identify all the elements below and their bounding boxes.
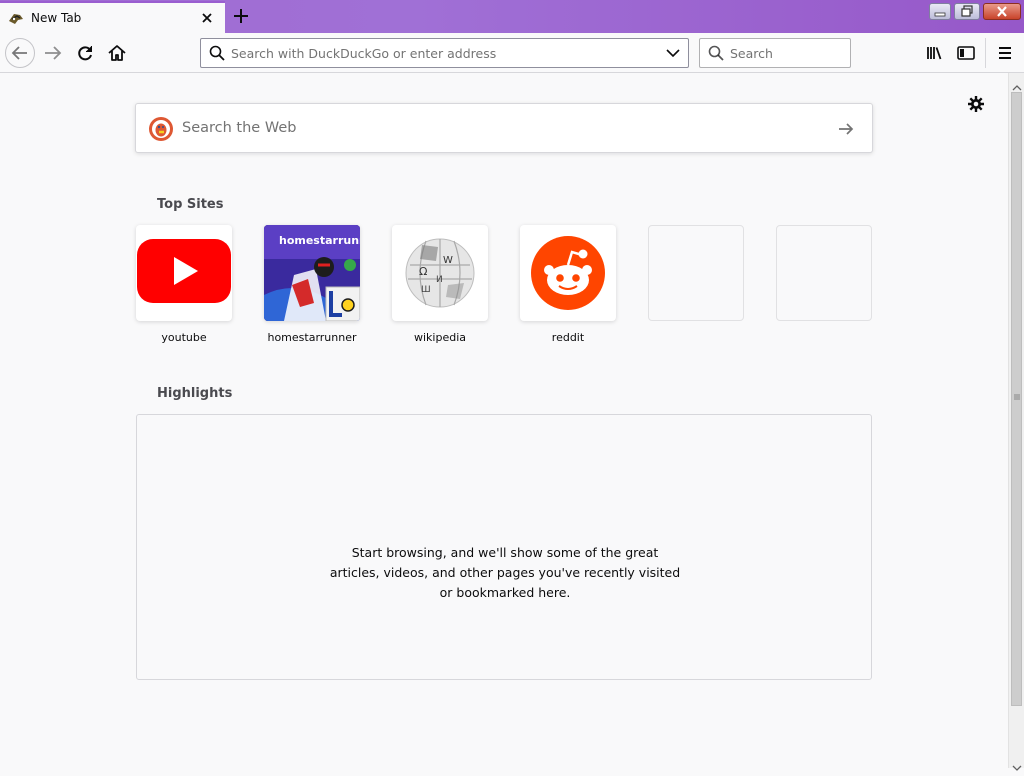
- scroll-down-arrow-icon[interactable]: [1012, 757, 1022, 776]
- search-icon: [208, 44, 226, 66]
- wikipedia-glyph: W: [443, 255, 453, 266]
- top-site-tile-youtube[interactable]: [136, 225, 232, 321]
- top-site-label: homestarrunner: [267, 331, 357, 344]
- new-tab-button[interactable]: [229, 5, 253, 27]
- vertical-scrollbar[interactable]: [1008, 73, 1024, 771]
- scrollbar-thumb[interactable]: [1011, 92, 1022, 706]
- back-button[interactable]: [5, 38, 35, 68]
- highlights-empty-message: Start browsing, and we'll show some of t…: [329, 545, 681, 600]
- tab-strip: New Tab: [0, 0, 1024, 33]
- wikipedia-glyph: Ш: [421, 285, 431, 295]
- forward-button[interactable]: [38, 38, 68, 68]
- top-site-tile-wikipedia[interactable]: Ω W И Ш: [392, 225, 488, 321]
- top-site-tile-homestarrunner[interactable]: homestarrunner: [264, 225, 360, 321]
- top-site-label: youtube: [161, 331, 207, 344]
- chevron-down-icon[interactable]: [665, 45, 681, 65]
- top-sites-heading: Top Sites: [157, 197, 224, 212]
- home-button[interactable]: [102, 38, 132, 68]
- tab-title: New Tab: [31, 11, 82, 25]
- window-close-button[interactable]: [983, 3, 1021, 20]
- highlights-heading: Highlights: [157, 386, 233, 401]
- url-bar[interactable]: [200, 38, 689, 68]
- url-input[interactable]: [231, 44, 651, 62]
- homestarrunner-banner-text: homestarrunner: [279, 234, 360, 247]
- top-site-tile-empty[interactable]: [648, 225, 744, 321]
- search-input[interactable]: [730, 44, 840, 62]
- web-search-placeholder: Search the Web: [182, 120, 297, 136]
- library-icon[interactable]: [920, 38, 950, 68]
- search-icon: [707, 44, 725, 66]
- search-bar[interactable]: [699, 38, 851, 68]
- top-site-label: wikipedia: [413, 331, 466, 344]
- tab-new-tab[interactable]: New Tab: [0, 1, 225, 33]
- wikipedia-glyph: И: [436, 275, 443, 285]
- tab-favicon-icon: [8, 11, 24, 27]
- top-site-tile-empty[interactable]: [776, 225, 872, 321]
- restore-button[interactable]: [954, 3, 980, 20]
- highlights-empty-box: Start browsing, and we'll show some of t…: [136, 414, 872, 680]
- top-site-label: reddit: [551, 331, 585, 344]
- duckduckgo-icon: [148, 116, 174, 146]
- close-tab-icon[interactable]: [198, 9, 216, 27]
- web-search-box[interactable]: Search the Web: [135, 103, 873, 153]
- arrow-right-icon[interactable]: [836, 119, 856, 143]
- reddit-logo-icon: [531, 236, 605, 314]
- wikipedia-glyph: Ω: [419, 265, 428, 278]
- minimize-button[interactable]: [929, 3, 951, 20]
- menu-icon[interactable]: [990, 38, 1020, 68]
- reload-button[interactable]: [70, 38, 100, 68]
- sidebar-toggle-icon[interactable]: [951, 38, 981, 68]
- navigation-toolbar: [0, 33, 1024, 73]
- gear-icon[interactable]: [966, 94, 986, 118]
- toolbar-divider: [985, 38, 986, 68]
- new-tab-page: Search the Web Top Sites youtube homesta…: [0, 73, 1008, 768]
- top-site-tile-reddit[interactable]: [520, 225, 616, 321]
- youtube-logo-icon: [136, 238, 232, 312]
